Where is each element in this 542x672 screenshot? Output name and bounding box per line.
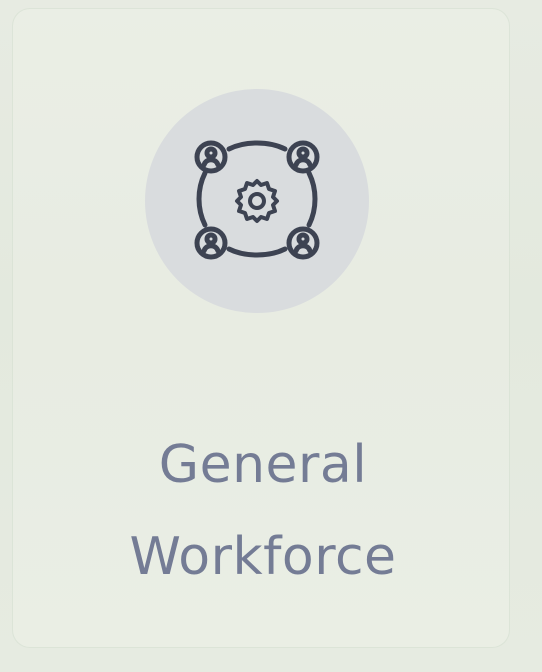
workforce-gear-people-icon: [194, 140, 320, 260]
icon-circle: [145, 89, 369, 313]
tile-label-line2: Workforce: [129, 527, 397, 587]
tile-label: General Workforce: [53, 419, 473, 603]
tile-label-line1: General: [158, 435, 368, 495]
general-workforce-tile[interactable]: General Workforce: [12, 8, 510, 648]
